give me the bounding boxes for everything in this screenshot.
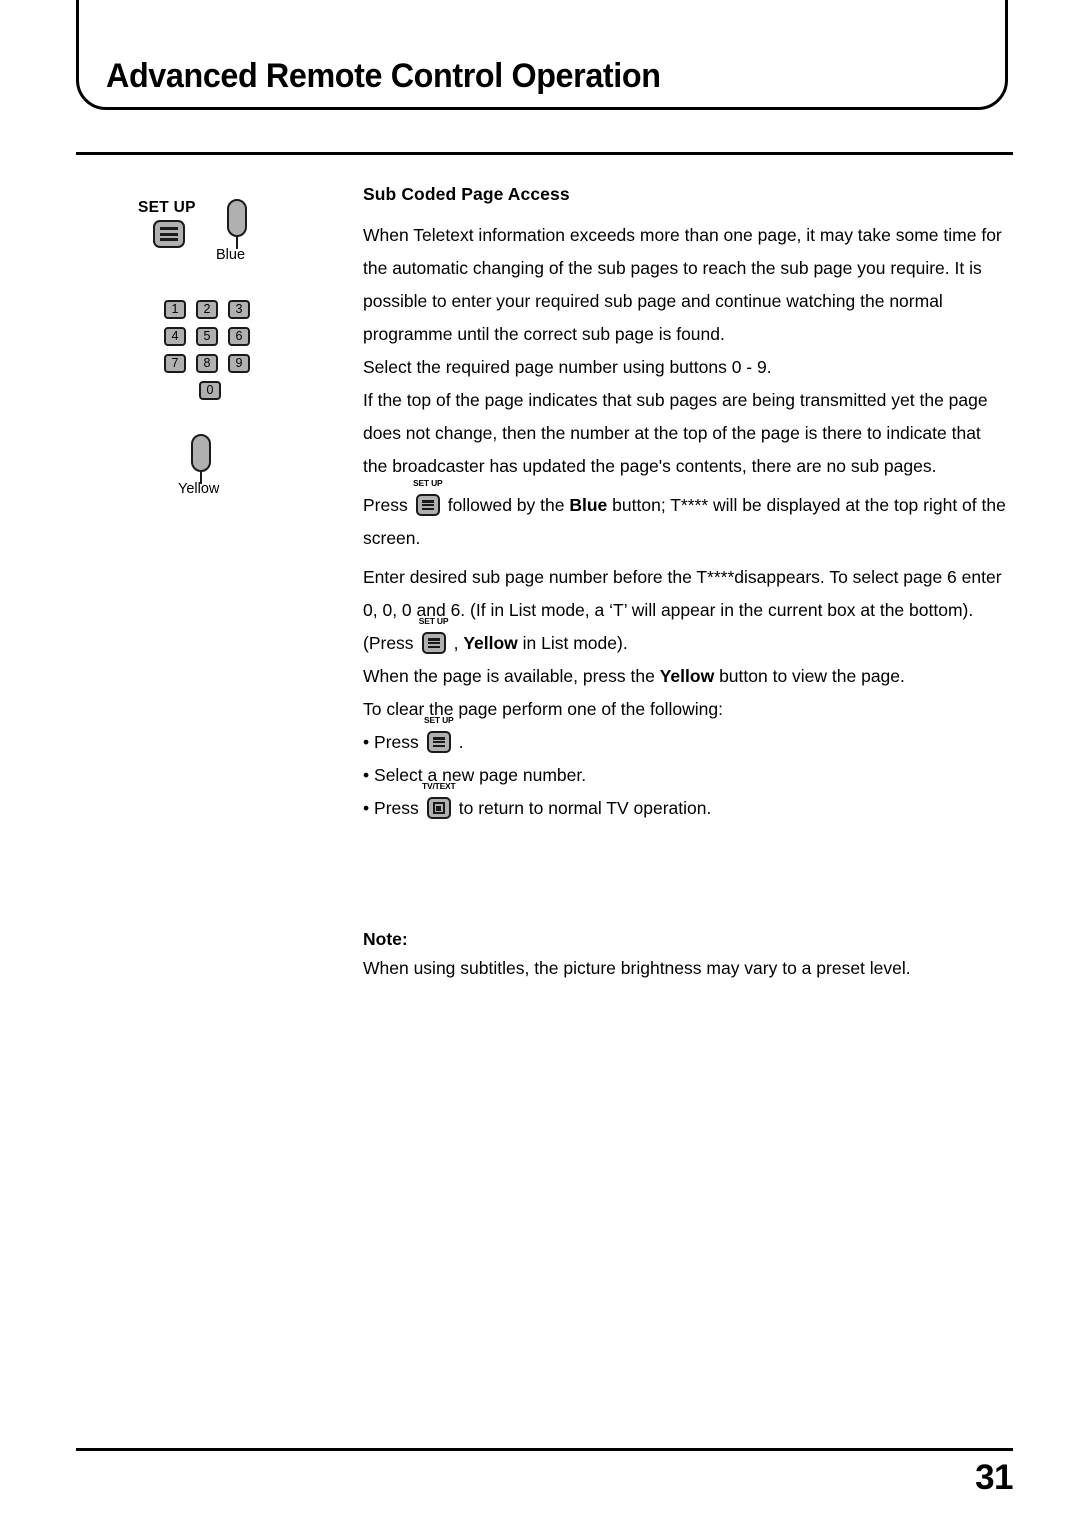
bullet-1-suffix: . [458, 732, 464, 752]
setup-list-icon[interactable] [153, 220, 185, 248]
setup-inline-caption: SET UP [418, 616, 449, 626]
bullet-3-suffix: to return to normal TV operation. [458, 798, 712, 818]
blue-color-button[interactable] [227, 199, 247, 237]
section-heading: Sub Coded Page Access [363, 184, 570, 204]
setup-inline-caption: SET UP [412, 478, 443, 488]
yellow-button-label: Yellow [178, 481, 220, 497]
numeric-key-7[interactable]: 7 [164, 354, 186, 373]
paragraph-clear-page: To clear the page perform one of the fol… [363, 699, 723, 719]
page-title: Advanced Remote Control Operation [106, 57, 661, 95]
bullet-press-tvtext: • Press TV/TEXT to return to normal TV ope… [363, 782, 1008, 825]
list-mode-prefix: (Press [363, 633, 414, 653]
bullet-marker: • [363, 732, 370, 752]
remote-control-diagram: SET UP Blue 1 2 3 4 5 6 7 8 9 0 Yellow [120, 185, 320, 515]
note-block: Note: When using subtitles, the picture … [363, 929, 1008, 985]
keypad-row: 4 5 6 [164, 327, 256, 346]
paragraph-list-mode: (Press SET UP, Yellow in List mode). [363, 617, 1008, 660]
setup-inline-icon[interactable]: SET UP [422, 716, 456, 753]
bullet-marker: • [363, 765, 370, 785]
keypad-row: 7 8 9 [164, 354, 256, 373]
bullet-marker: • [363, 798, 370, 818]
setup-inline-bars [421, 500, 434, 510]
yellow-bold-text-2: Yellow [659, 666, 715, 686]
setup-inline-face [421, 632, 446, 654]
bullet-2-text: Select a new page number. [374, 765, 587, 785]
press-mid-text: followed by the [447, 495, 565, 515]
bullet-press-setup: • Press SET UP. [363, 716, 1008, 759]
bullet-select-new-page: • Select a new page number. [363, 759, 1008, 792]
numeric-key-8[interactable]: 8 [196, 354, 218, 373]
setup-label: SET UP [138, 199, 196, 216]
main-content: Sub Coded Page Access When Teletext info… [363, 184, 1008, 985]
bullet-3-prefix: Press [374, 798, 419, 818]
tvtext-inline-caption: TV/TEXT [421, 781, 456, 791]
list-mode-suffix: in List mode). [522, 633, 628, 653]
blue-button-label: Blue [216, 247, 246, 263]
numeric-key-0[interactable]: 0 [199, 381, 221, 400]
tvtext-inline-face [426, 797, 451, 819]
numeric-key-3[interactable]: 3 [228, 300, 250, 319]
setup-inline-caption: SET UP [423, 715, 454, 725]
yellow-bold-text: Yellow [463, 633, 518, 653]
numeric-keypad: 1 2 3 4 5 6 7 8 9 0 [164, 300, 256, 408]
tvtext-screen-glyph [432, 802, 445, 814]
list-mode-comma: , [453, 633, 459, 653]
paragraph-enter-subpage: Enter desired sub page number before the… [363, 567, 1002, 620]
paragraph-intro: When Teletext information exceeds more t… [363, 225, 1002, 344]
numeric-key-5[interactable]: 5 [196, 327, 218, 346]
setup-inline-face [426, 731, 451, 753]
setup-inline-icon[interactable]: SET UP [411, 479, 445, 516]
numeric-key-1[interactable]: 1 [164, 300, 186, 319]
bullet-1-prefix: Press [374, 732, 419, 752]
keypad-row: 0 [164, 381, 256, 400]
tvtext-inline-icon[interactable]: TV/TEXT [422, 782, 456, 819]
page-available-pre: When the page is available, press the [363, 666, 655, 686]
keypad-row: 1 2 3 [164, 300, 256, 319]
page-number: 31 [975, 1458, 1013, 1497]
numeric-key-6[interactable]: 6 [228, 327, 250, 346]
paragraph-top-of-page: If the top of the page indicates that su… [363, 390, 988, 476]
paragraph-page-available: When the page is available, press the Ye… [363, 660, 1008, 693]
numeric-key-9[interactable]: 9 [228, 354, 250, 373]
header-divider [76, 152, 1013, 155]
setup-inline-face [415, 494, 440, 516]
setup-inline-bars [427, 638, 440, 648]
footer-divider [76, 1448, 1013, 1451]
setup-glyph-bars [160, 227, 178, 241]
paragraph-select-page: Select the required page number using bu… [363, 357, 772, 377]
press-prefix: Press [363, 495, 408, 515]
yellow-color-button[interactable] [191, 434, 211, 472]
blue-bold-text: Blue [569, 495, 608, 515]
numeric-key-2[interactable]: 2 [196, 300, 218, 319]
paragraph-press-setup-blue: Press SET UP followed by the Blue button; … [363, 479, 1008, 555]
note-heading: Note: [363, 929, 408, 949]
note-text: When using subtitles, the picture bright… [363, 958, 911, 978]
page-available-post: button to view the page. [719, 666, 905, 686]
setup-inline-bars [432, 737, 445, 747]
numeric-key-4[interactable]: 4 [164, 327, 186, 346]
setup-inline-icon[interactable]: SET UP [417, 617, 451, 654]
